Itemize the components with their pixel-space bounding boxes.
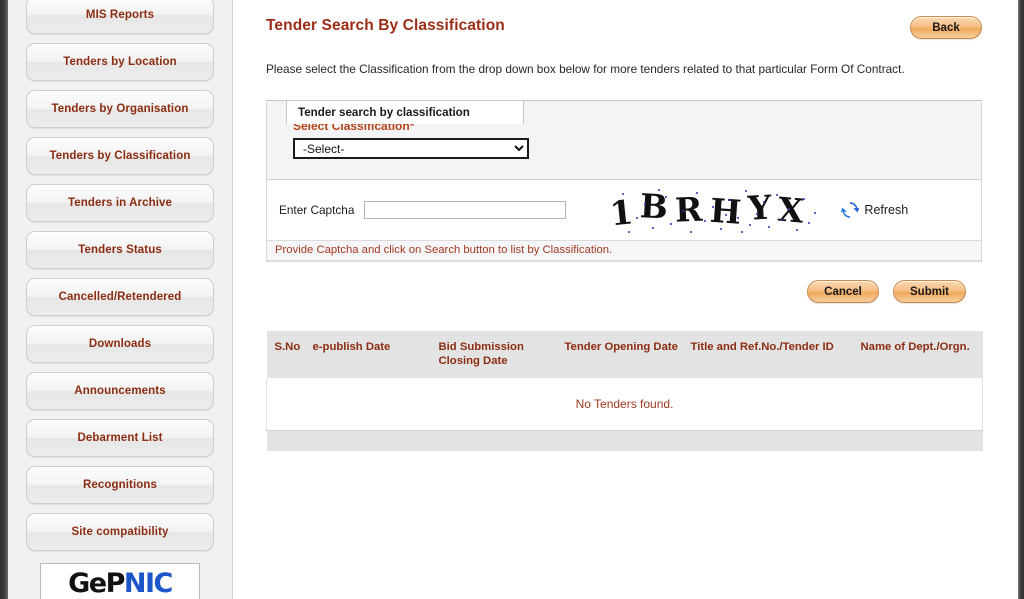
- classification-select[interactable]: -Select-: [293, 138, 529, 160]
- sidebar-item-tenders-by-location[interactable]: Tenders by Location: [26, 43, 214, 81]
- back-button[interactable]: Back: [910, 16, 982, 39]
- captcha-image-text: 1BRHYX: [608, 187, 812, 233]
- column-header-tender-opening: Tender Opening Date: [564, 331, 691, 378]
- search-panel: Tender search by classification Select C…: [266, 100, 982, 304]
- sidebar-item-label: Tenders by Organisation: [51, 103, 189, 115]
- table-footer-row: [266, 430, 983, 451]
- sidebar-item-label: Tenders in Archive: [67, 197, 173, 209]
- column-header-epublish-date: e-publish Date: [312, 331, 439, 378]
- title-row: Tender Search By Classification Back: [266, 14, 986, 48]
- sidebar-item-label: Cancelled/Retendered: [58, 291, 182, 303]
- sidebar-item-mis-reports[interactable]: MIS Reports: [26, 0, 214, 34]
- sidebar-item-announcements[interactable]: Announcements: [26, 372, 214, 410]
- submit-button[interactable]: Submit: [893, 280, 966, 304]
- tenders-results-table: S.No e-publish Date Bid Submission Closi…: [266, 331, 983, 451]
- sidebar-item-recognitions[interactable]: Recognitions: [26, 466, 214, 504]
- column-header-title-ref: Title and Ref.No./Tender ID: [690, 331, 861, 378]
- sidebar-item-label: MIS Reports: [85, 9, 155, 21]
- results-table-head: S.No e-publish Date Bid Submission Closi…: [266, 331, 983, 378]
- captcha-char: 1: [608, 191, 643, 234]
- column-header-dept-orgn: Name of Dept./Orgn.: [860, 331, 983, 378]
- cancel-button[interactable]: Cancel: [807, 280, 880, 304]
- window-right-edge: [1018, 0, 1024, 599]
- logo-gep-text: GeP: [68, 567, 125, 599]
- sidebar-item-label: Downloads: [88, 338, 152, 350]
- sidebar-item-tenders-in-archive[interactable]: Tenders in Archive: [26, 184, 214, 222]
- captcha-char: X: [776, 189, 813, 232]
- sidebar-item-downloads[interactable]: Downloads: [26, 325, 214, 363]
- column-header-bid-closing: Bid Submission Closing Date: [438, 331, 565, 378]
- sidebar-item-label: Tenders by Location: [63, 56, 177, 68]
- captcha-char: B: [639, 187, 677, 228]
- column-header-sno: S.No: [266, 331, 313, 378]
- gepnic-logo-text: GePNIC: [68, 567, 173, 599]
- captcha-input[interactable]: [364, 201, 567, 220]
- panel-body: Select Classification* -Select- Enter Ca…: [266, 100, 982, 263]
- gepnic-logo: GePNIC: [40, 563, 200, 599]
- table-header-row: S.No e-publish Date Bid Submission Closi…: [266, 331, 983, 378]
- captcha-char: Y: [746, 187, 780, 229]
- page-title: Tender Search By Classification: [266, 17, 505, 34]
- sidebar-item-label: Tenders Status: [78, 244, 162, 256]
- sidebar-item-debarment-list[interactable]: Debarment List: [26, 419, 214, 457]
- captcha-label: Enter Captcha: [279, 203, 355, 218]
- logo-nic-text: NIC: [123, 567, 173, 599]
- results-table-foot: [266, 430, 983, 451]
- captcha-section: Enter Captcha 1BRHYX Refresh: [267, 180, 981, 241]
- results-table-body: No Tenders found.: [266, 377, 983, 432]
- no-results-message: No Tenders found.: [266, 377, 983, 432]
- table-row: No Tenders found.: [266, 377, 983, 432]
- captcha-image: 1BRHYX: [608, 187, 827, 234]
- page-root: MIS Reports Tenders by Location Tenders …: [0, 0, 1024, 599]
- sidebar-item-label: Tenders by Classification: [49, 150, 191, 162]
- refresh-icon: [841, 202, 860, 219]
- sidebar-item-site-compatibility[interactable]: Site compatibility: [26, 513, 214, 551]
- tab-tender-search-by-classification[interactable]: Tender search by classification: [286, 100, 524, 125]
- sidebar-item-tenders-by-classification[interactable]: Tenders by Classification: [26, 137, 214, 175]
- sidebar: MIS Reports Tenders by Location Tenders …: [8, 0, 233, 599]
- refresh-label: Refresh: [864, 203, 909, 218]
- tab-label: Tender search by classification: [298, 106, 470, 120]
- sidebar-item-cancelled-retendered[interactable]: Cancelled/Retendered: [26, 278, 214, 316]
- main-content: Tender Search By Classification Back Ple…: [234, 0, 1018, 599]
- table-footer-bar: [266, 430, 983, 451]
- sidebar-item-label: Debarment List: [77, 432, 163, 444]
- sidebar-item-tenders-by-organisation[interactable]: Tenders by Organisation: [26, 90, 214, 128]
- refresh-captcha-button[interactable]: Refresh: [840, 200, 908, 220]
- sidebar-item-label: Recognitions: [82, 479, 158, 491]
- captcha-hint: Provide Captcha and click on Search butt…: [267, 240, 981, 262]
- action-buttons-row: Cancel Submit: [266, 280, 982, 304]
- window-left-edge: [0, 0, 8, 599]
- sidebar-item-label: Site compatibility: [71, 526, 169, 538]
- captcha-char: R: [674, 189, 711, 230]
- sidebar-item-label: Announcements: [74, 385, 166, 397]
- intro-description: Please select the Classification from th…: [266, 62, 905, 76]
- captcha-char: H: [708, 191, 750, 233]
- sidebar-item-tenders-status[interactable]: Tenders Status: [26, 231, 214, 269]
